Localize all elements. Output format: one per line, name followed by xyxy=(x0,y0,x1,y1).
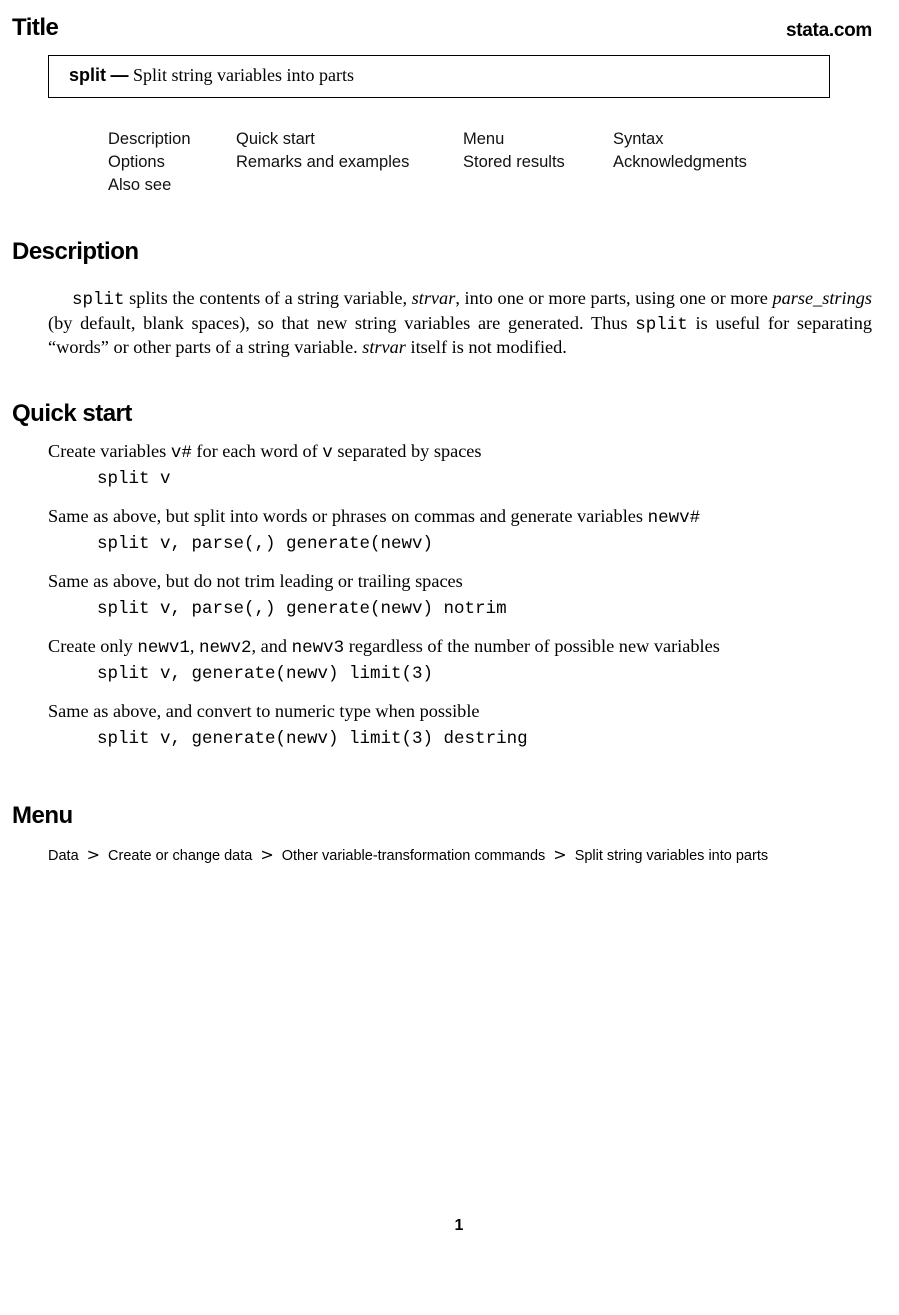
description-paragraph: split splits the contents of a string va… xyxy=(48,288,873,357)
command-name: split xyxy=(69,65,107,85)
toc-link-menu[interactable]: Menu xyxy=(463,130,504,149)
menu-path-breadcrumb: Data > Create or change data > Other variabl… xyxy=(48,845,768,864)
site-link[interactable]: stata.com xyxy=(786,20,872,42)
quick-start-heading: Quick start xyxy=(12,400,132,427)
toc-link-also-see[interactable]: Also see xyxy=(108,176,171,195)
example-description: Create only newv1, newv2, and newv3 rega… xyxy=(48,636,720,658)
toc-link-syntax[interactable]: Syntax xyxy=(613,130,663,149)
title-line: split — Split string variables into part… xyxy=(69,65,354,86)
chevron-right-icon: > xyxy=(260,845,274,864)
title-dash: — xyxy=(110,65,129,85)
toc-link-acknowledgments[interactable]: Acknowledgments xyxy=(613,153,747,172)
example-description: Same as above, and convert to numeric ty… xyxy=(48,701,480,721)
example-command: split v, parse(,) generate(newv) xyxy=(97,534,434,554)
chevron-right-icon: > xyxy=(86,845,101,864)
title-box: split — Split string variables into part… xyxy=(48,55,830,98)
example-description: Same as above, but do not trim leading o… xyxy=(48,571,463,591)
example-command: split v, generate(newv) limit(3) xyxy=(97,664,434,684)
page-number: 1 xyxy=(454,1217,464,1234)
toc-link-options[interactable]: Options xyxy=(108,153,165,172)
menu-path-item: Data xyxy=(48,848,79,864)
example-description: Create variables v# for each word of v s… xyxy=(48,441,482,463)
chevron-right-icon: > xyxy=(553,845,567,864)
toc-link-stored-results[interactable]: Stored results xyxy=(463,153,565,172)
example-command: split v, generate(newv) limit(3) destrin… xyxy=(97,729,528,749)
menu-path-item: Split string variables into parts xyxy=(574,848,769,864)
toc-link-description[interactable]: Description xyxy=(108,130,191,149)
toc-link-remarks-and-examples[interactable]: Remarks and examples xyxy=(236,153,409,172)
example-command: split v xyxy=(97,469,171,489)
code-split: split xyxy=(72,290,125,310)
code-split: split xyxy=(635,314,688,335)
strvar-term: strvar xyxy=(411,288,456,308)
example-command: split v, parse(,) generate(newv) notrim xyxy=(97,599,507,619)
toc-link-quick-start[interactable]: Quick start xyxy=(236,130,315,149)
section-label-title: Title xyxy=(12,14,59,41)
menu-path-item: Create or change data xyxy=(108,848,253,864)
description-heading: Description xyxy=(12,238,139,265)
parse-strings-term: parse_strings xyxy=(772,288,872,308)
strvar-term: strvar xyxy=(362,337,406,357)
example-description: Same as above, but split into words or p… xyxy=(48,506,701,528)
menu-path-item: Other variable-transformation commands xyxy=(281,848,546,864)
command-description: Split string variables into parts xyxy=(133,65,354,85)
menu-heading: Menu xyxy=(12,802,73,829)
